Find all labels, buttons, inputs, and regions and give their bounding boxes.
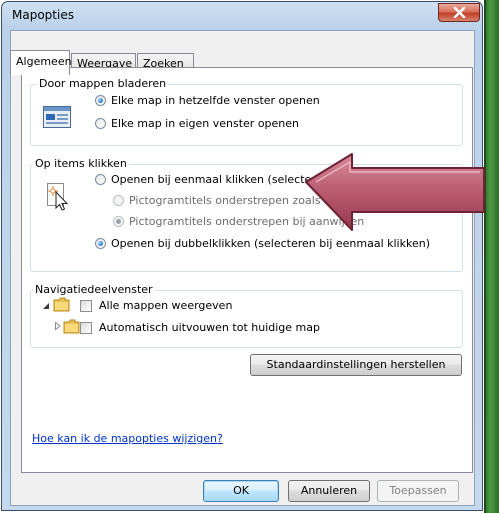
- tab-general[interactable]: Algemeen: [10, 50, 72, 75]
- radio-underline-hover[interactable]: [113, 216, 124, 227]
- navigation-pane-legend: Navigatiedeelvenster: [33, 283, 155, 296]
- checkbox-show-all-folders[interactable]: [80, 300, 92, 312]
- folder-icon: [63, 319, 80, 334]
- tab-general-label: Algemeen: [16, 55, 72, 68]
- close-button[interactable]: [438, 3, 480, 22]
- ok-button[interactable]: OK: [203, 480, 279, 502]
- label-show-all-folders: Alle mappen weergeven: [99, 299, 233, 312]
- label-same-window: Elke map in hetzelfde venster openen: [111, 94, 320, 107]
- desktop-background: [484, 0, 499, 513]
- radio-same-window[interactable]: [95, 95, 106, 106]
- cancel-button[interactable]: Annuleren: [288, 480, 370, 502]
- radio-own-window[interactable]: [95, 118, 106, 129]
- apply-button[interactable]: Toepassen: [377, 480, 459, 502]
- collapsed-arrow-icon: [55, 322, 61, 330]
- tab-panel-general: Door mappen bladeren Elke map in hetzelf…: [21, 67, 473, 473]
- folder-icon: [53, 297, 70, 312]
- help-link[interactable]: Hoe kan ik de mapopties wijzigen?: [32, 432, 223, 445]
- restore-defaults-button[interactable]: Standaardinstellingen herstellen: [250, 354, 462, 376]
- browse-folders-legend: Door mappen bladeren: [37, 77, 169, 90]
- label-auto-expand: Automatisch uitvouwen tot huidige map: [99, 321, 320, 334]
- navigation-pane-group: Navigatiedeelvenster Alle mappen weergev…: [30, 283, 463, 348]
- radio-single-click[interactable]: [95, 174, 106, 185]
- checkbox-auto-expand[interactable]: [80, 322, 92, 334]
- window-title: Mapopties: [12, 8, 74, 22]
- click-items-legend: Op items klikken: [33, 157, 129, 170]
- radio-underline-browser[interactable]: [113, 195, 124, 206]
- close-icon: [453, 7, 466, 18]
- expanded-arrow-icon: [43, 303, 49, 309]
- same-window-icon: [43, 106, 71, 128]
- label-own-window: Elke map in eigen venster openen: [111, 117, 300, 130]
- highlight-arrow-icon: [305, 153, 485, 231]
- browse-folders-group: Door mappen bladeren Elke map in hetzelf…: [30, 77, 463, 146]
- click-cursor-icon: [47, 183, 69, 211]
- radio-double-click[interactable]: [95, 238, 106, 249]
